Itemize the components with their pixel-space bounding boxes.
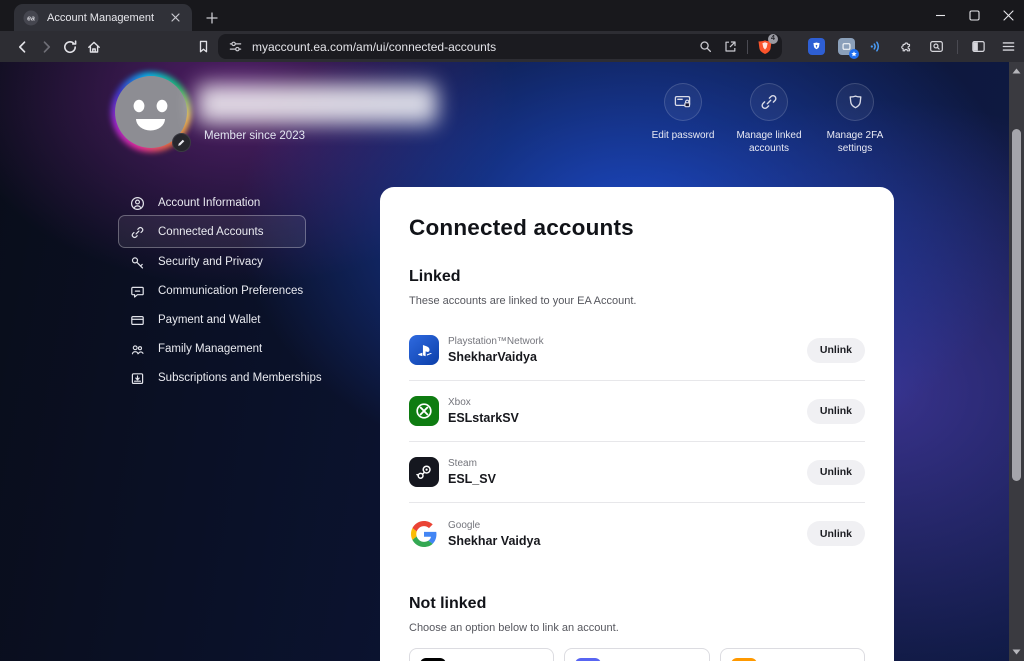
link-amazon-button[interactable]: Amazon	[720, 648, 865, 661]
urlbar-divider	[747, 40, 748, 54]
extensions-puzzle-icon[interactable]	[897, 37, 916, 56]
account-row-playstation: Playstation™Network ShekharVaidya Unlink	[409, 320, 865, 381]
key-icon	[130, 255, 145, 270]
svg-text:ea: ea	[27, 15, 35, 22]
tab-bar: ea Account Management	[0, 0, 1024, 31]
xbox-icon	[409, 396, 439, 426]
account-row-xbox: Xbox ESLstarkSV Unlink	[409, 381, 865, 442]
playstation-icon	[409, 335, 439, 365]
subscriptions-box-icon	[130, 371, 145, 386]
chat-bubble-icon	[130, 284, 145, 299]
sidebar-item-connected-accounts[interactable]: Connected Accounts	[130, 222, 264, 242]
scrollbar-thumb[interactable]	[1012, 129, 1021, 481]
reload-icon[interactable]	[60, 37, 79, 56]
page-scrollbar[interactable]	[1009, 62, 1024, 661]
brave-shields-icon[interactable]: 4	[756, 38, 773, 55]
minimize-icon[interactable]	[934, 10, 946, 22]
bookmark-icon[interactable]	[194, 37, 213, 56]
provider-name: Google	[448, 520, 540, 531]
sidebar-item-payment-wallet[interactable]: Payment and Wallet	[130, 310, 260, 330]
link-icon	[130, 225, 145, 240]
provider-name: Steam	[448, 458, 496, 469]
back-icon[interactable]	[12, 37, 31, 56]
linked-description: These accounts are linked to your EA Acc…	[409, 295, 865, 307]
close-window-icon[interactable]	[1002, 10, 1014, 22]
browser-toolbar: myaccount.ea.com/am/ui/connected-account…	[0, 31, 1024, 62]
tab-title: Account Management	[47, 12, 159, 24]
blurred-username	[197, 84, 437, 124]
link-apple-button[interactable]: Apple	[409, 648, 554, 661]
page-title: Connected accounts	[409, 215, 865, 241]
tab-close-icon[interactable]	[167, 10, 183, 26]
star-badge-icon	[849, 49, 859, 59]
forward-icon[interactable]	[37, 37, 56, 56]
url-text[interactable]: myaccount.ea.com/am/ui/connected-account…	[252, 40, 689, 54]
new-tab-button[interactable]	[202, 8, 222, 28]
sidebar-toggle-icon[interactable]	[969, 37, 988, 56]
linked-heading: Linked	[409, 268, 865, 286]
toolbar-divider	[957, 40, 958, 54]
connected-accounts-card: Connected accounts Linked These accounts…	[380, 187, 894, 661]
provider-username: ShekharVaidya	[448, 350, 544, 364]
tab-account-management[interactable]: ea Account Management	[14, 4, 192, 31]
provider-name: Xbox	[448, 397, 519, 408]
link-discord-button[interactable]: Discord	[564, 648, 709, 661]
tab-star-extension-icon[interactable]	[837, 37, 856, 56]
maximize-icon[interactable]	[968, 10, 980, 22]
manage-linked-accounts-button[interactable]: Manage linked accounts	[725, 83, 813, 155]
provider-username: ESL_SV	[448, 472, 496, 486]
share-icon[interactable]	[722, 38, 739, 55]
credit-card-icon	[130, 313, 145, 328]
edit-password-label: Edit password	[639, 129, 727, 142]
provider-username: ESLstarkSV	[448, 411, 519, 425]
provider-username: Shekhar Vaidya	[448, 534, 540, 548]
window-controls	[934, 0, 1014, 31]
url-bar[interactable]: myaccount.ea.com/am/ui/connected-account…	[218, 34, 782, 59]
search-tabs-icon[interactable]	[927, 37, 946, 56]
site-settings-icon[interactable]	[227, 38, 244, 55]
scroll-up-icon[interactable]	[1009, 64, 1024, 78]
linked-accounts-list: Playstation™Network ShekharVaidya Unlink…	[409, 320, 865, 564]
link-icon[interactable]	[750, 83, 788, 121]
sidebar-item-subscriptions-memberships[interactable]: Subscriptions and Memberships	[130, 368, 322, 388]
browser-window: ea Account Management	[0, 0, 1024, 661]
person-circle-icon	[130, 196, 145, 211]
ea-favicon: ea	[23, 10, 39, 26]
page-content: Member since 2023 Edit password Manage l…	[0, 62, 1009, 661]
unlink-xbox-button[interactable]: Unlink	[807, 399, 865, 424]
account-row-google: Google Shekhar Vaidya Unlink	[409, 503, 865, 564]
shields-blocked-badge: 4	[768, 34, 778, 44]
edit-password-button[interactable]: Edit password	[639, 83, 727, 142]
google-icon	[409, 519, 439, 549]
edit-avatar-icon[interactable]	[172, 133, 191, 152]
account-row-steam: Steam ESL_SV Unlink	[409, 442, 865, 503]
manage-linked-accounts-label: Manage linked accounts	[725, 129, 813, 155]
zoom-page-icon[interactable]	[697, 38, 714, 55]
password-manager-extension-icon[interactable]	[807, 37, 826, 56]
link-options: Apple Discord Amazon	[409, 648, 865, 661]
scroll-down-icon[interactable]	[1009, 645, 1024, 659]
provider-name: Playstation™Network	[448, 336, 544, 347]
menu-hamburger-icon[interactable]	[999, 37, 1018, 56]
steam-icon	[409, 457, 439, 487]
password-card-icon[interactable]	[664, 83, 702, 121]
unlink-steam-button[interactable]: Unlink	[807, 460, 865, 485]
extension-cluster	[807, 36, 1018, 57]
read-aloud-icon[interactable]	[867, 37, 886, 56]
sidebar-item-security-privacy[interactable]: Security and Privacy	[130, 252, 263, 272]
sidebar-item-account-information[interactable]: Account Information	[130, 193, 260, 213]
member-since-label: Member since 2023	[204, 130, 305, 142]
unlink-playstation-button[interactable]: Unlink	[807, 338, 865, 363]
not-linked-heading: Not linked	[409, 595, 865, 613]
manage-2fa-label: Manage 2FA settings	[811, 129, 899, 155]
unlink-google-button[interactable]: Unlink	[807, 521, 865, 546]
not-linked-description: Choose an option below to link an accoun…	[409, 622, 865, 634]
shield-2fa-icon[interactable]	[836, 83, 874, 121]
sidebar-item-communication-preferences[interactable]: Communication Preferences	[130, 281, 303, 301]
family-icon	[130, 342, 145, 357]
manage-2fa-button[interactable]: Manage 2FA settings	[811, 83, 899, 155]
home-icon[interactable]	[84, 37, 103, 56]
sidebar-item-family-management[interactable]: Family Management	[130, 339, 262, 359]
